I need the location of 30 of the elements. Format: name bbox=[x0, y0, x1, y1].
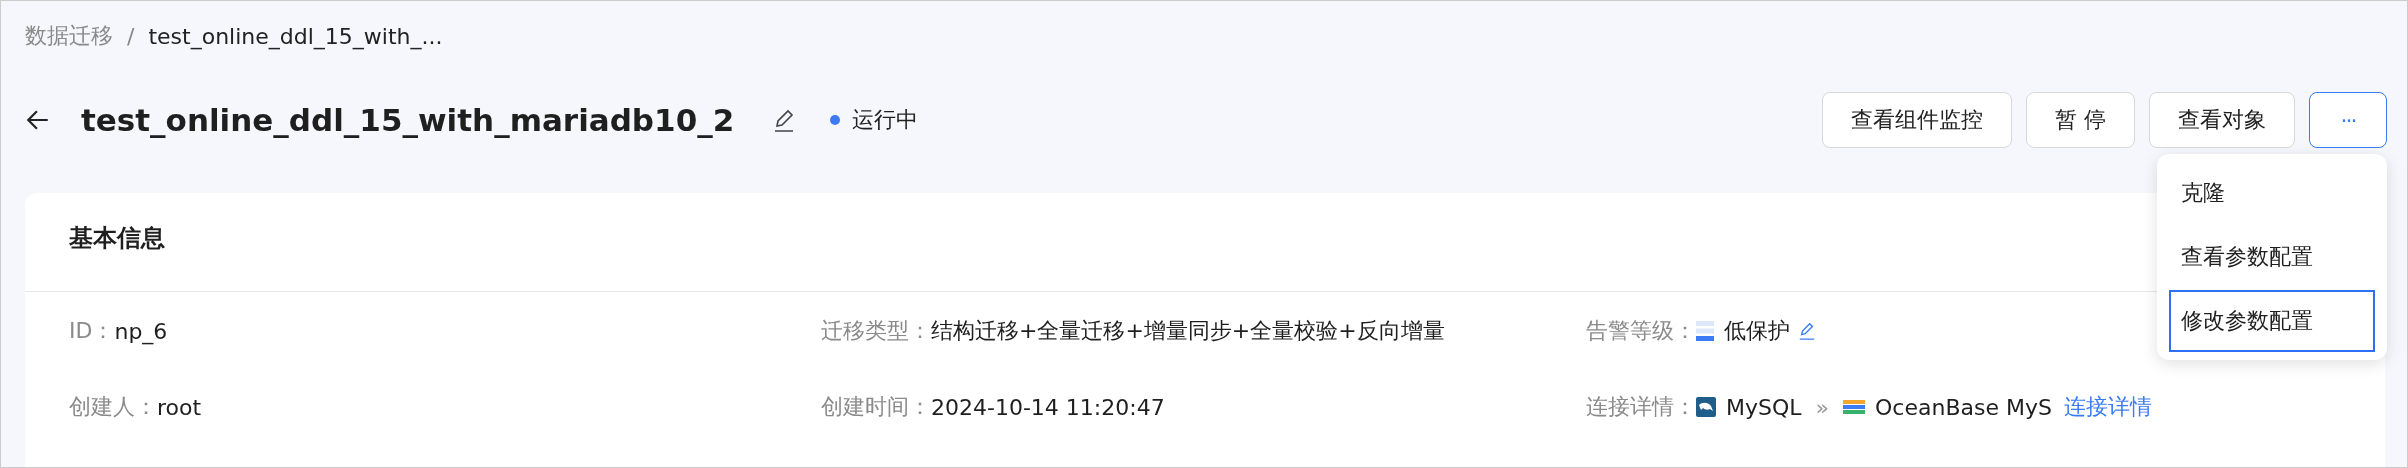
dolphin-icon bbox=[1696, 397, 1716, 417]
field-label: 连接详情： bbox=[1586, 393, 1696, 421]
separator: » bbox=[1815, 394, 1829, 420]
field-label: 告警等级： bbox=[1586, 317, 1696, 345]
status-text: 运行中 bbox=[852, 106, 919, 134]
connection-details-link[interactable]: 连接详情 bbox=[2063, 392, 2152, 422]
breadcrumb-separator: / bbox=[127, 23, 135, 49]
action-button[interactable]: 查看对象 bbox=[2149, 92, 2295, 148]
action-button[interactable]: 暂 停 bbox=[2026, 92, 2135, 148]
alert-level-icon bbox=[1696, 320, 1714, 342]
field-value: 低保护 bbox=[1724, 317, 1790, 345]
field-label: 创建时间： bbox=[821, 393, 931, 421]
task-title: test_online_ddl_15_with_mariadb10_2 bbox=[81, 102, 735, 138]
field-label: 创建人： bbox=[69, 393, 157, 421]
menu-item[interactable]: 查看参数配置 bbox=[2169, 226, 2375, 288]
field-value: root bbox=[157, 394, 202, 420]
field-value: 结构迁移+全量迁移+增量同步+全量校验+反向增量 bbox=[931, 317, 1445, 345]
field-value: np_6 bbox=[114, 318, 168, 344]
field-label: 迁移类型： bbox=[821, 317, 931, 345]
breadcrumb-item: test_online_ddl_15_with_... bbox=[148, 23, 443, 49]
menu-item[interactable]: 修改参数配置 bbox=[2169, 290, 2375, 352]
field-value: 2024-10-14 11:20:47 bbox=[931, 394, 1165, 420]
menu-item[interactable]: 克隆 bbox=[2169, 162, 2375, 224]
database-logo-icon bbox=[1843, 399, 1865, 415]
source-name: MySQL bbox=[1726, 394, 1802, 420]
field-label: ID： bbox=[69, 317, 115, 345]
more-button[interactable]: ··· bbox=[2309, 92, 2387, 148]
action-button[interactable]: 查看组件监控 bbox=[1822, 92, 2012, 148]
target-name: OceanBase MyS bbox=[1875, 394, 2052, 420]
edit-pencil-icon[interactable] bbox=[1798, 321, 1816, 341]
